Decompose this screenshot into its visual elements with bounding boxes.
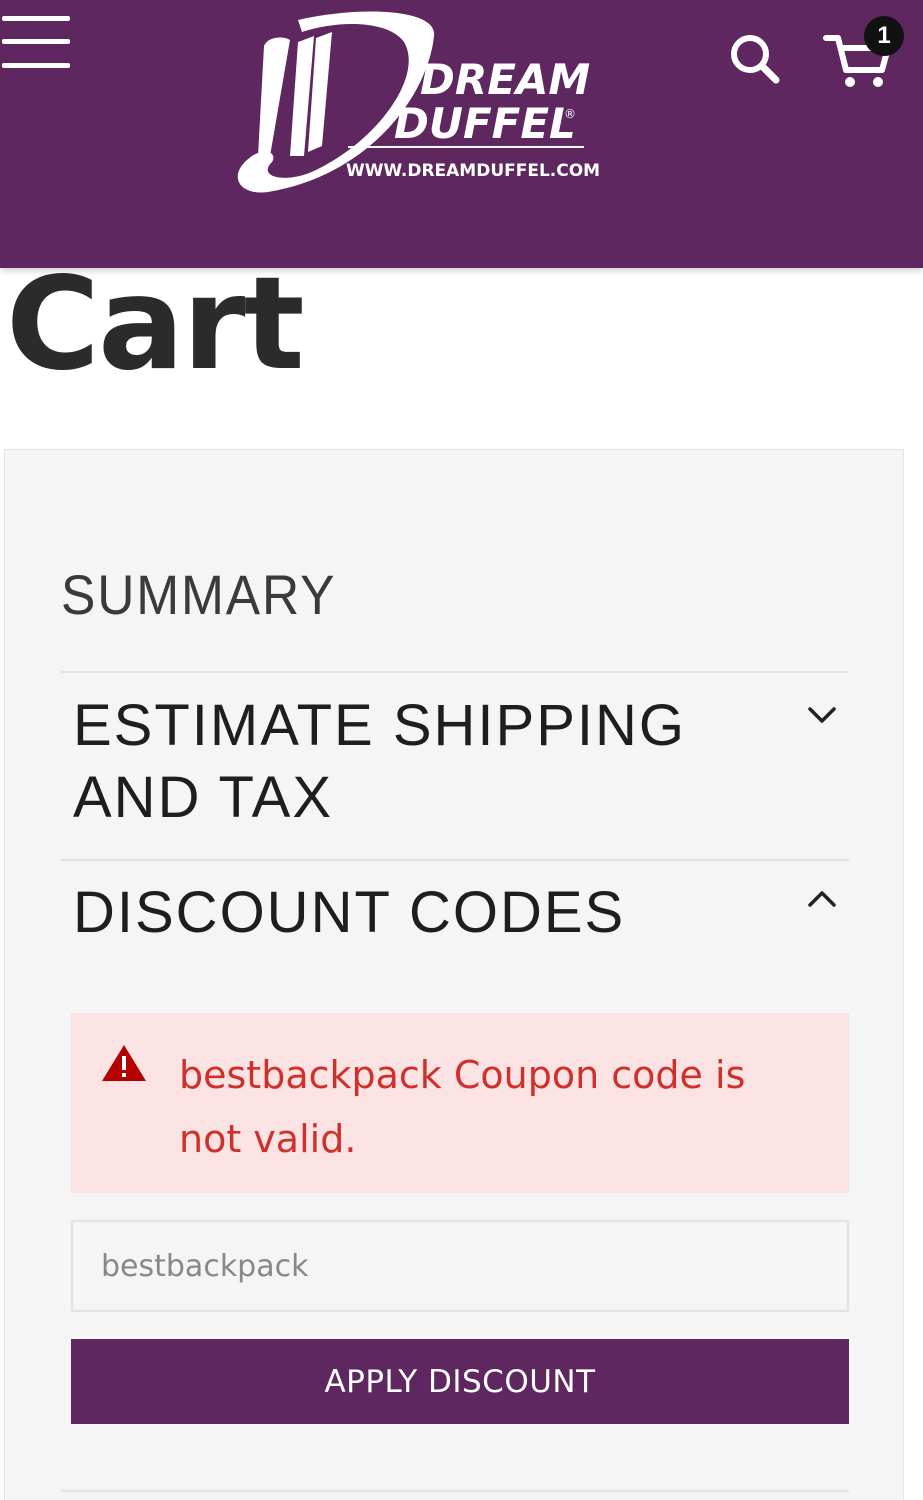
cart-summary: SUMMARY ESTIMATE SHIPPING AND TAX DISCOU…: [4, 449, 904, 1500]
brand-url-text: WWW.DREAMDUFFEL.COM: [346, 161, 600, 181]
summary-title: SUMMARY: [61, 563, 337, 626]
search-icon: [731, 35, 780, 84]
divider: [61, 859, 849, 861]
brand-duffel-text: DUFFEL: [394, 99, 576, 148]
discount-codes-toggle[interactable]: DISCOUNT CODES: [73, 877, 773, 949]
brand-registered-mark: ®: [564, 107, 576, 121]
page-title: Cart: [6, 250, 305, 399]
coupon-error-message: bestbackpack Coupon code is not valid.: [71, 1013, 849, 1193]
site-logo[interactable]: DREAM DUFFEL ® WWW.DREAMDUFFEL.COM: [228, 6, 600, 202]
coupon-error-text: bestbackpack Coupon code is not valid.: [179, 1053, 746, 1161]
brand-dream-text: DREAM: [420, 55, 590, 104]
cart-count-badge: 1: [864, 16, 904, 56]
chevron-down-icon[interactable]: [805, 704, 839, 726]
apply-discount-button[interactable]: APPLY DISCOUNT: [71, 1339, 849, 1424]
search-button[interactable]: [726, 30, 784, 88]
estimate-shipping-toggle[interactable]: ESTIMATE SHIPPING AND TAX: [73, 690, 773, 834]
chevron-up-icon[interactable]: [805, 888, 839, 910]
divider: [61, 1490, 849, 1492]
hamburger-menu-icon[interactable]: [0, 14, 72, 74]
coupon-code-input[interactable]: [71, 1220, 849, 1312]
warning-icon: [102, 1045, 146, 1081]
divider: [61, 671, 849, 673]
minicart-button[interactable]: 1: [820, 16, 910, 92]
site-header: DREAM DUFFEL ® WWW.DREAMDUFFEL.COM 1: [0, 0, 923, 268]
